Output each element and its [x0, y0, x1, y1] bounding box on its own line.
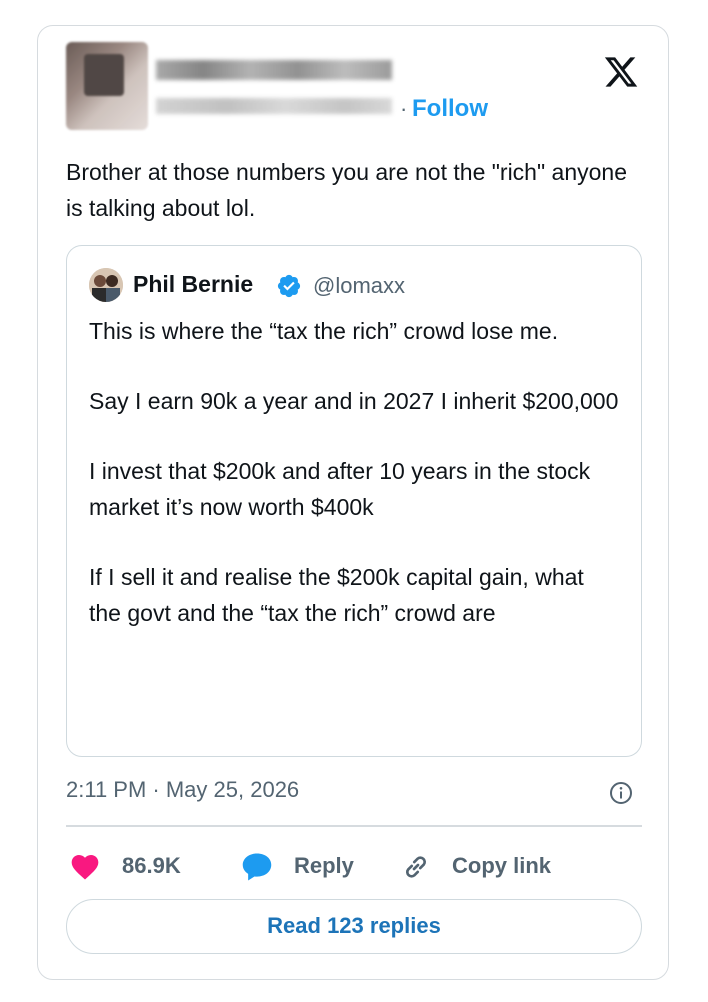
- read-replies-button[interactable]: Read 123 replies: [66, 899, 642, 954]
- quoted-author-handle[interactable]: @lomaxx: [313, 273, 405, 299]
- like-count[interactable]: 86.9K: [122, 853, 181, 879]
- quoted-paragraph: Say I earn 90k a year and in 2027 I inhe…: [89, 388, 619, 414]
- action-bar: 86.9K Reply Copy link: [66, 847, 642, 887]
- x-logo-icon[interactable]: [601, 54, 641, 90]
- copy-link-button[interactable]: Copy link: [452, 853, 551, 879]
- tweet-timestamp[interactable]: 2:11 PM · May 25, 2026: [66, 777, 299, 803]
- quoted-paragraph: I invest that $200k and after 10 years i…: [89, 458, 591, 520]
- quoted-paragraph: This is where the “tax the rich” crowd l…: [89, 318, 559, 344]
- follow-separator: ·: [400, 96, 408, 121]
- verified-badge-icon: [277, 274, 301, 298]
- divider: [66, 825, 642, 827]
- quoted-author-name[interactable]: Phil Bernie: [133, 271, 253, 298]
- author-name-redacted[interactable]: [156, 60, 392, 80]
- heart-icon[interactable]: [68, 851, 102, 883]
- quoted-author-avatar[interactable]: [89, 268, 123, 302]
- author-handle-redacted[interactable]: [156, 98, 392, 114]
- reply-bubble-icon[interactable]: [239, 849, 275, 885]
- reply-button[interactable]: Reply: [294, 853, 354, 879]
- tweet-text: Brother at those numbers you are not the…: [66, 159, 627, 221]
- info-icon[interactable]: [609, 781, 633, 805]
- author-avatar[interactable]: [66, 42, 148, 130]
- link-icon[interactable]: [400, 851, 432, 883]
- tweet-card: · Follow Brother at those numbers you ar…: [37, 25, 669, 980]
- quoted-tweet-body: This is where the “tax the rich” crowd l…: [89, 313, 619, 631]
- quoted-tweet[interactable]: Phil Bernie @lomaxx This is where the “t…: [66, 245, 642, 757]
- quoted-paragraph: If I sell it and realise the $200k capit…: [89, 564, 584, 626]
- follow-button[interactable]: Follow: [412, 95, 488, 123]
